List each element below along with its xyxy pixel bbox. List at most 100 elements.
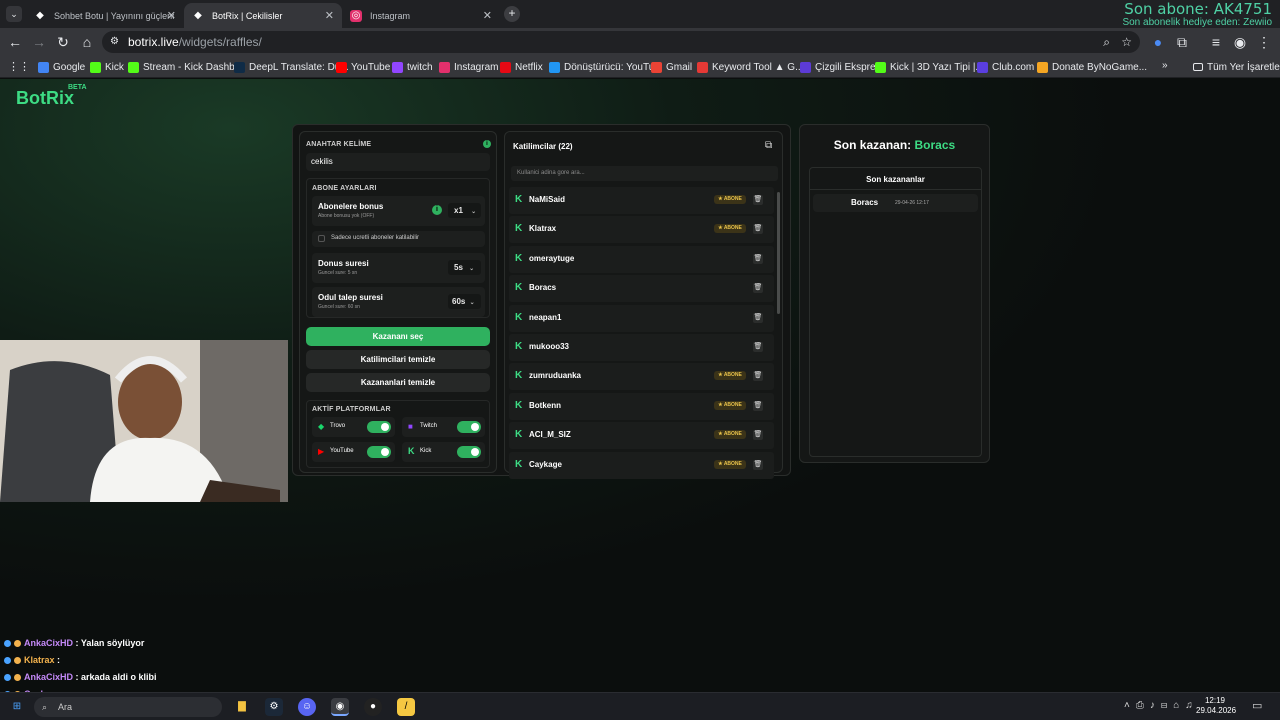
bookmark-item[interactable]: Donate ByNoGame... (1037, 60, 1147, 74)
forward-icon[interactable]: → (31, 34, 47, 50)
bookmark-item[interactable]: twitch (392, 60, 433, 74)
bookmark-item[interactable]: Dönüştürücü: YouTu... (549, 60, 663, 74)
menu-icon[interactable]: ⋮ (1256, 34, 1272, 50)
copy-icon[interactable]: ⧉ (765, 140, 772, 151)
file-explorer-icon[interactable]: ▇ (233, 698, 251, 716)
kick-icon: K (515, 370, 523, 382)
twitch-toggle[interactable] (457, 421, 481, 433)
only-subs-checkbox-row[interactable]: Sadece ucretli aboneler katilabilir (312, 231, 485, 247)
account-icon[interactable]: ◉ (1232, 34, 1248, 50)
delete-icon[interactable]: 🗑 (753, 224, 763, 235)
close-tab-icon[interactable]: ✕ (167, 9, 176, 22)
youtube-icon (336, 61, 347, 73)
delete-icon[interactable]: 🗑 (753, 342, 763, 352)
delete-icon[interactable]: 🗑 (753, 312, 763, 323)
site-info-icon[interactable]: ⚙ (110, 31, 119, 53)
participant-row: K Caykage ★ ABONE 🗑 (509, 451, 774, 479)
settings-panel: ANAHTAR KELİME i cekilis ABONE AYARLARI … (299, 131, 497, 473)
close-tab-icon[interactable]: ✕ (483, 9, 492, 22)
chat-message: AnkaCixHD : Yalan söylüyor (4, 638, 144, 648)
info-icon[interactable]: i (483, 140, 491, 148)
extensions-icon[interactable]: ⧉ (1174, 34, 1190, 50)
platform-trovo: ◆ Trovo (312, 417, 395, 437)
delete-icon[interactable]: 🗑 (753, 371, 763, 382)
clear-winners-button[interactable]: Kazananlari temizle (306, 373, 490, 392)
address-bar[interactable]: ⚙ botrix.live/widgets/raffles/ ⌕ ☆ (102, 31, 1140, 53)
profile-icon[interactable]: ● (1150, 34, 1166, 50)
app-icon[interactable]: / (397, 698, 415, 716)
youtube-toggle[interactable] (367, 446, 391, 458)
delete-icon[interactable]: 🗑 (753, 430, 763, 441)
bookmark-item[interactable]: Club.com (977, 60, 1034, 74)
beta-badge: BETA (68, 84, 87, 91)
keyword-input[interactable]: cekilis (306, 153, 490, 171)
bookmark-item[interactable]: DeepL Translate: Dü... (234, 60, 349, 74)
keyword-title: ANAHTAR KELİME (306, 141, 372, 148)
bookmark-item[interactable]: Kick (90, 60, 124, 74)
delete-icon[interactable]: 🗑 (753, 253, 763, 264)
delete-icon[interactable]: 🗑 (753, 195, 763, 205)
bookmark-star-icon[interactable]: ☆ (1121, 31, 1132, 53)
bookmark-item[interactable]: Instagram (439, 60, 498, 74)
bookmark-item[interactable]: YouTube (336, 60, 390, 74)
tab-sohbet-botu[interactable]: ◆ Sohbet Botu | Yayınını güçlendi ✕ (26, 3, 184, 28)
tab-list-button[interactable]: ⌄ (6, 6, 22, 22)
participant-row: K Boracs 🗑 (509, 275, 774, 303)
info-icon[interactable]: i (432, 205, 442, 215)
apps-icon[interactable]: ⋮⋮ (8, 60, 30, 73)
trovo-toggle[interactable] (367, 421, 391, 433)
participant-row: Kmukooo33 🗑 (509, 334, 774, 361)
clear-participants-button[interactable]: Katilimcilari temizle (306, 350, 490, 369)
discord-icon[interactable]: ☺ (298, 698, 316, 716)
bookmark-item[interactable]: Gmail (651, 60, 692, 74)
delete-icon[interactable]: 🗑 (753, 283, 763, 294)
spin-duration-select[interactable]: 5s ⌄ (448, 260, 481, 275)
participant-search-input[interactable]: Kullanici adina gore ara... (511, 166, 778, 181)
sub-settings-box: ABONE AYARLARI Abonelere bonus Abone bon… (306, 178, 490, 318)
kick-toggle[interactable] (457, 446, 481, 458)
system-tray-icons[interactable]: ˄⎙♪⊟⌂♫ (1124, 700, 1199, 711)
back-icon[interactable]: ← (7, 34, 23, 50)
kick-icon: K (515, 252, 523, 264)
reload-icon[interactable]: ↻ (55, 34, 71, 50)
media-icon[interactable]: ≡ (1208, 34, 1224, 50)
kick-icon: K (515, 399, 523, 411)
tab-strip: ⌄ ◆ Sohbet Botu | Yayınını güçlendi ✕ ◆ … (0, 0, 1280, 28)
close-tab-icon[interactable]: ✕ (325, 9, 334, 22)
tab-instagram[interactable]: ◎ Instagram ✕ (342, 3, 500, 28)
new-tab-button[interactable]: + (504, 6, 520, 22)
donate-icon (1037, 61, 1048, 73)
claim-duration-select[interactable]: 60s ⌄ (448, 294, 481, 309)
bookmark-item[interactable]: Netflix (500, 60, 543, 74)
bookmark-item[interactable]: Çizgili Ekspres (800, 60, 881, 74)
badge-icon (4, 674, 11, 682)
taskbar: ⊞ ⌕ Ara ▇ ⚙ ☺ ◉ ● / ˄⎙♪⊟⌂♫ 12:19 29.04.2… (0, 692, 1280, 720)
bookmark-item[interactable]: Keyword Tool ▲ G... (697, 60, 803, 74)
pick-winner-button[interactable]: Kazananı seç (306, 327, 490, 346)
delete-icon[interactable]: 🗑 (753, 400, 763, 411)
badge-icon (14, 674, 21, 682)
chrome-icon[interactable]: ◉ (331, 698, 349, 716)
twitch-icon: ■ (408, 422, 413, 431)
clock[interactable]: 12:19 29.04.2026 (1196, 696, 1236, 716)
steam-icon[interactable]: ⚙ (265, 698, 283, 716)
obs-icon[interactable]: ● (364, 698, 382, 716)
scrollbar[interactable] (777, 192, 780, 314)
all-bookmarks-folder[interactable]: Tüm Yer İşaretleri (1193, 60, 1280, 74)
bookmark-item[interactable]: Google (38, 60, 85, 74)
taskbar-search[interactable]: ⌕ Ara (34, 697, 222, 717)
notifications-icon[interactable]: ▭ (1252, 699, 1262, 712)
tab-botrix-cekilisler[interactable]: ◆ BotRix | Cekilisler ✕ (184, 3, 342, 28)
more-bookmarks-icon[interactable]: » (1162, 60, 1168, 71)
bookmark-item[interactable]: Stream - Kick Dashb... (128, 60, 243, 74)
winners-list-title: Son kazananlar (866, 175, 925, 184)
zoom-icon[interactable]: ⌕ (1103, 31, 1110, 53)
home-icon[interactable]: ⌂ (79, 34, 95, 50)
sub-bonus-select[interactable]: x1 ⌄ (448, 203, 481, 218)
botrix-logo[interactable]: BotRixBETA (16, 84, 93, 109)
start-icon[interactable]: ⊞ (8, 698, 26, 716)
delete-icon[interactable]: 🗑 (753, 459, 763, 470)
bookmark-item[interactable]: Kick | 3D Yazı Tipi |... (875, 60, 984, 74)
checkbox[interactable] (318, 235, 325, 242)
platform-kick: K Kick (402, 442, 485, 462)
